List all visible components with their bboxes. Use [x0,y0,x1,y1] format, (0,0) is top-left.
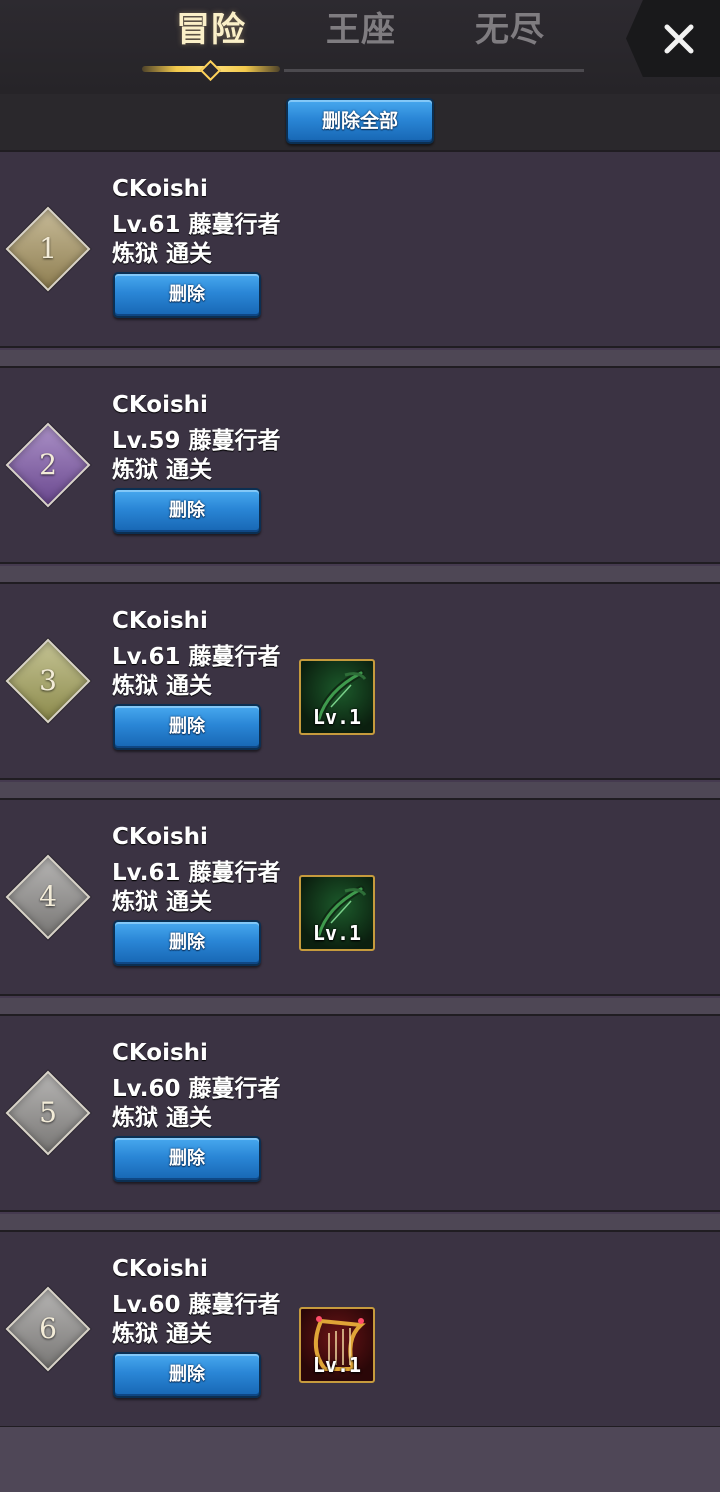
rank-number: 1 [39,232,57,265]
player-name: CKoishi [112,176,208,202]
row-separator [0,998,720,1014]
clear-status: 炼狱 通关 [112,241,213,267]
active-tab-indicator-gem [199,59,222,82]
row-separator [0,566,720,582]
player-name: CKoishi [112,608,208,634]
rank-number: 2 [39,448,57,481]
tab-divider-line [284,69,584,72]
equipped-item[interactable]: Lv.1 [299,875,375,951]
tab-endless[interactable]: 无尽 [455,2,565,51]
record-row: 4 CKoishi Lv.61 藤蔓行者 炼狱 通关 删除 Lv.1 [0,798,720,996]
row-separator [0,782,720,798]
record-row: 1 CKoishi Lv.61 藤蔓行者 炼狱 通关 删除 [0,150,720,348]
delete-button[interactable]: 删除 [113,704,261,750]
rank-number: 5 [39,1096,57,1129]
equipped-item[interactable]: Lv.1 [299,659,375,735]
clear-status: 炼狱 通关 [112,1105,213,1131]
delete-button[interactable]: 删除 [113,488,261,534]
player-name: CKoishi [112,1256,208,1282]
player-name: CKoishi [112,392,208,418]
delete-button[interactable]: 删除 [113,1136,261,1182]
delete-button[interactable]: 删除 [113,272,261,318]
delete-all-button[interactable]: 删除全部 [286,98,434,144]
record-row: 2 CKoishi Lv.59 藤蔓行者 炼狱 通关 删除 [0,366,720,564]
delete-button[interactable]: 删除 [113,1352,261,1398]
clear-status: 炼狱 通关 [112,889,213,915]
tab-header: 冒险 王座 无尽 [0,0,720,94]
record-row: 5 CKoishi Lv.60 藤蔓行者 炼狱 通关 删除 [0,1014,720,1212]
clear-status: 炼狱 通关 [112,457,213,483]
clear-status: 炼狱 通关 [112,673,213,699]
rank-number: 3 [39,664,57,697]
row-separator [0,350,720,366]
equipped-item[interactable]: Lv.1 [299,1307,375,1383]
item-level: Lv.1 [312,705,362,729]
tab-throne[interactable]: 王座 [306,2,416,51]
row-separator [0,1214,720,1230]
close-button[interactable] [626,0,720,77]
item-level: Lv.1 [312,1353,362,1377]
record-row: 3 CKoishi Lv.61 藤蔓行者 炼狱 通关 删除 Lv.1 [0,582,720,780]
rank-number: 4 [39,880,57,913]
player-name: CKoishi [112,1040,208,1066]
player-name: CKoishi [112,824,208,850]
rank-number: 6 [39,1312,57,1345]
item-level: Lv.1 [312,921,362,945]
tab-adventure[interactable]: 冒险 [156,2,266,51]
delete-button[interactable]: 删除 [113,920,261,966]
list-bottom-area [0,1427,720,1492]
close-icon [664,24,694,53]
clear-status: 炼狱 通关 [112,1321,213,1347]
record-row: 6 CKoishi Lv.60 藤蔓行者 炼狱 通关 删除 Lv.1 [0,1230,720,1428]
